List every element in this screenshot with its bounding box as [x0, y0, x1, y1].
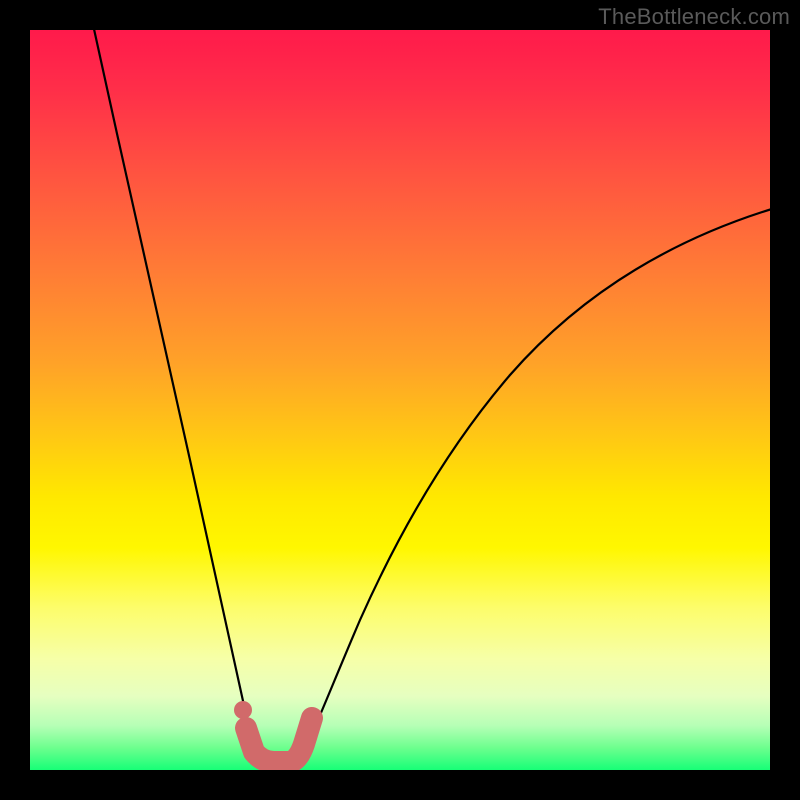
chart-curves	[30, 30, 770, 770]
chart-area	[30, 30, 770, 770]
valley-highlight	[246, 718, 312, 762]
marker-dot	[234, 701, 252, 719]
curve-right-branch	[298, 208, 770, 763]
curve-left-branch	[92, 30, 262, 763]
watermark-text: TheBottleneck.com	[598, 4, 790, 30]
